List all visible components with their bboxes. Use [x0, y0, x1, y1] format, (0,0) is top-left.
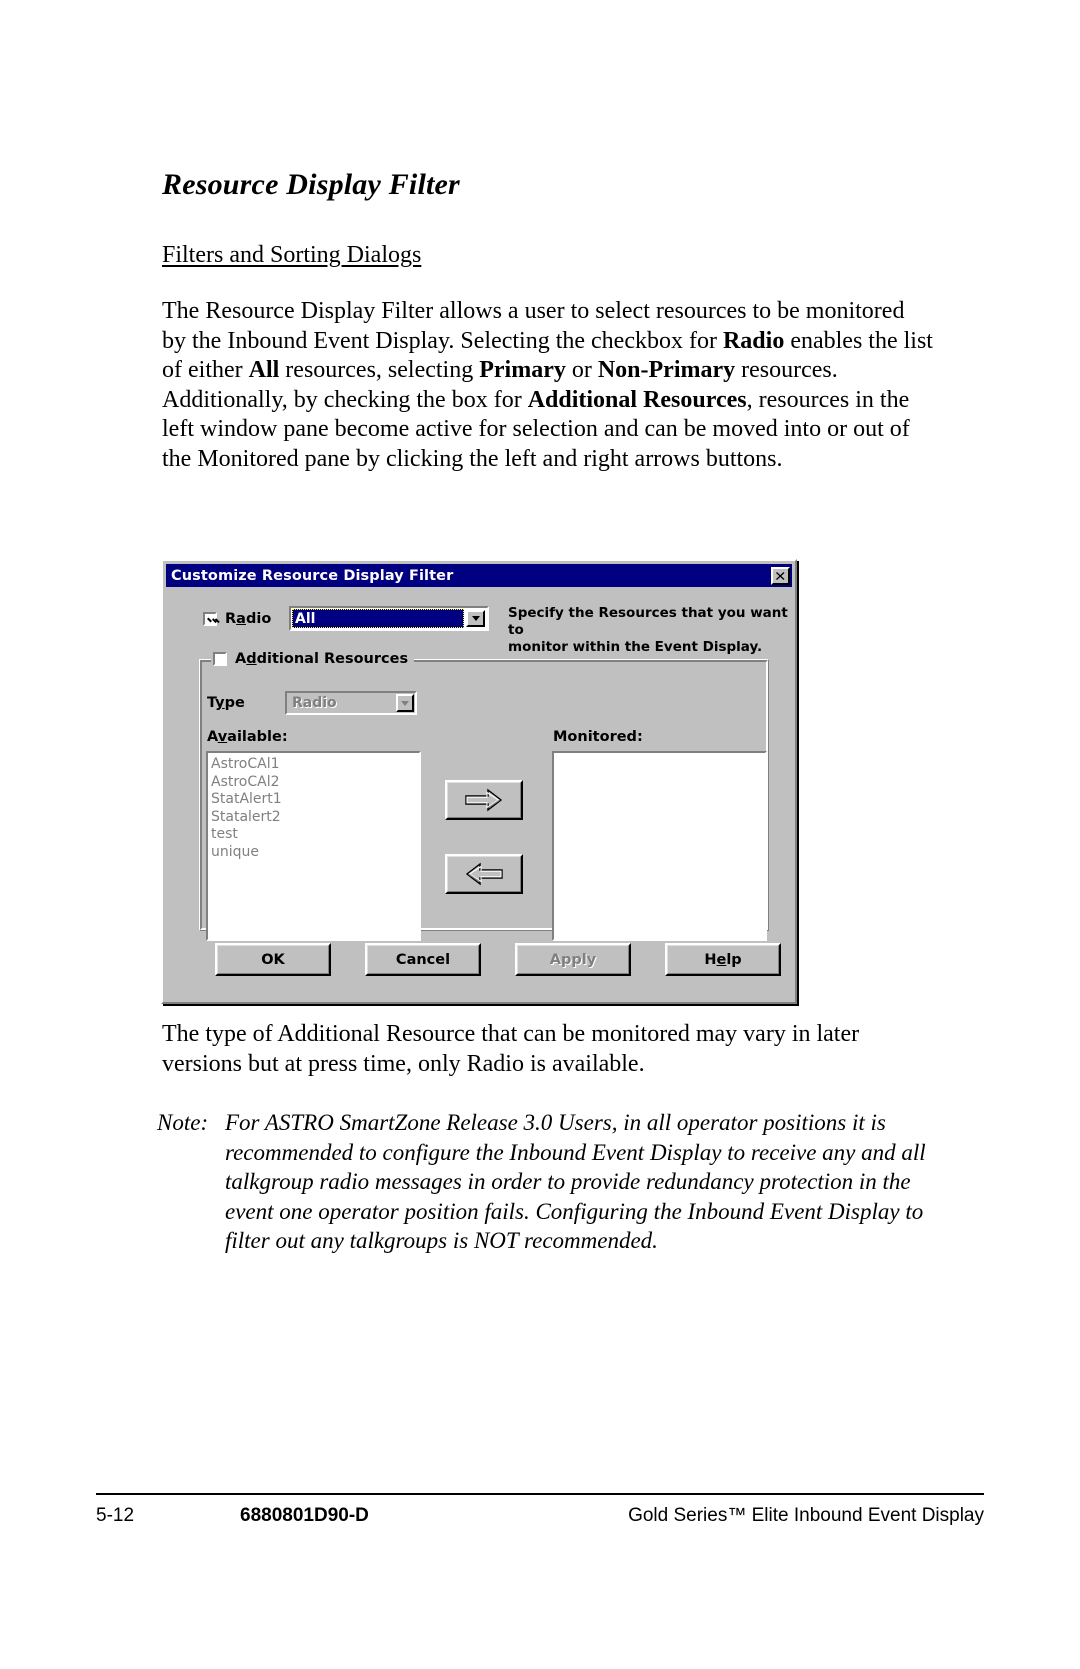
hint-line-1: Specify the Resources that you want to [508, 605, 788, 638]
move-left-button-inner [447, 856, 521, 892]
body-paragraph-2: The type of Additional Resource that can… [162, 1021, 860, 1077]
hint-line-2: monitor within the Event Display. [508, 639, 763, 655]
footer-divider [96, 1493, 984, 1495]
page-footer: 5-12 6880801D90-D Gold Series™ Elite Inb… [96, 1505, 984, 1535]
section-subheading: Filters and Sorting Dialogs [162, 242, 422, 268]
arrow-left-icon[interactable] [445, 854, 523, 894]
page-title: Resource Display Filter [162, 168, 460, 201]
list-item[interactable]: StatAlert1 [211, 791, 419, 809]
help-label-accel: e [716, 951, 727, 968]
help-label-pre: H [704, 951, 717, 968]
type-label-accel: y [215, 695, 225, 711]
radio-label-accel: a [236, 611, 246, 627]
type-combobox-value: Radio [292, 695, 337, 711]
radio-combobox-field[interactable]: All [292, 609, 464, 628]
radio-checkbox-label: Radio [225, 611, 271, 627]
addres-label-pre: A [235, 651, 247, 667]
apply-button[interactable]: Apply [515, 943, 631, 976]
type-label: Type [207, 695, 285, 711]
customize-resource-display-filter-dialog: Customize Resource Display Filter Radio … [161, 559, 797, 1004]
monitored-resources-listbox[interactable] [552, 751, 767, 941]
list-item[interactable]: test [211, 826, 419, 844]
available-resources-listbox[interactable]: AstroCAl1 AstroCAl2 StatAlert1 Statalert2 te… [206, 751, 421, 941]
additional-resources-checkbox-row[interactable]: Additional Resources [211, 651, 415, 667]
dialog-hint-text: Specify the Resources that you want to m… [508, 605, 788, 656]
type-label-post: pe [224, 695, 245, 711]
emphasis-term: Additional Resources [527, 386, 747, 413]
help-button-label: He lp [667, 945, 779, 974]
cancel-button[interactable]: Cancel [365, 943, 481, 976]
available-label-pre: A [207, 729, 218, 745]
footer-product-name: Gold Series™ Elite Inbound Event Display [628, 1505, 984, 1526]
note-label: Note: [157, 1110, 209, 1135]
arrow-left-glyph [465, 862, 503, 886]
emphasis-term: Primary [479, 357, 566, 383]
apply-button-label: Apply [517, 945, 629, 974]
chevron-down-icon[interactable] [466, 610, 485, 627]
arrow-right-glyph [465, 788, 503, 812]
close-icon[interactable] [771, 566, 790, 585]
addres-label-accel: d [246, 651, 257, 667]
addres-label-post: ditional Resources [256, 651, 409, 667]
list-item[interactable]: Statalert2 [211, 809, 419, 827]
close-glyph [776, 571, 785, 580]
radio-checkbox[interactable] [203, 612, 217, 626]
help-button[interactable]: He lp [665, 943, 781, 976]
paragraph-run: or [565, 357, 598, 383]
dialog-titlebar: Customize Resource Display Filter [166, 564, 792, 587]
emphasis-term: Non-Primary [597, 357, 736, 383]
radio-label-post: dio [245, 611, 272, 627]
list-item[interactable]: unique [211, 844, 419, 862]
chevron-down-icon[interactable] [396, 694, 414, 712]
dialog-button-row: OK Cancel Apply He lp [199, 943, 781, 977]
note-body: For ASTRO SmartZone Release 3.0 Users, i… [225, 1110, 926, 1253]
additional-resources-label: Additional Resources [235, 651, 408, 667]
emphasis-term: All [248, 357, 280, 383]
body-paragraph-1: The Resource Display Filter allows a use… [162, 297, 934, 474]
type-label-pre: T [207, 695, 216, 711]
emphasis-term: Radio [722, 327, 785, 354]
type-row: Type Radio [207, 691, 417, 715]
radio-combobox-value: All [295, 610, 316, 627]
paragraph-run: resources, selecting [279, 357, 480, 383]
arrow-right-icon[interactable] [445, 780, 523, 820]
note-block: Note: For ASTRO SmartZone Release 3.0 Us… [157, 1108, 937, 1256]
ok-button[interactable]: OK [215, 943, 331, 976]
available-label-post: ailable: [227, 729, 288, 745]
footer-document-number: 6880801D90-D [240, 1505, 369, 1526]
radio-checkbox-row[interactable]: Radio [203, 611, 271, 627]
radio-label-pre: R [225, 611, 237, 627]
available-label-accel: v [217, 729, 228, 745]
ok-button-label: OK [217, 945, 329, 974]
chevron-down-glyph [471, 616, 480, 621]
monitored-list-label: Monitored: [553, 729, 643, 745]
footer-page-number: 5-12 [96, 1505, 135, 1526]
radio-resource-combobox[interactable]: All [289, 606, 489, 631]
available-list-label: Available: [207, 729, 288, 745]
dialog-title: Customize Resource Display Filter [171, 567, 454, 584]
move-right-button-inner [447, 782, 521, 818]
list-item[interactable]: AstroCAl1 [211, 756, 419, 774]
chevron-down-glyph [401, 700, 409, 706]
additional-resources-checkbox[interactable] [213, 652, 227, 666]
help-label-post: lp [726, 951, 742, 968]
type-combobox[interactable]: Radio [285, 691, 417, 715]
cancel-button-label: Cancel [367, 945, 479, 974]
manual-page: Resource Display Filter Filters and Sort… [0, 0, 1080, 1669]
list-item[interactable]: AstroCAl2 [211, 774, 419, 792]
